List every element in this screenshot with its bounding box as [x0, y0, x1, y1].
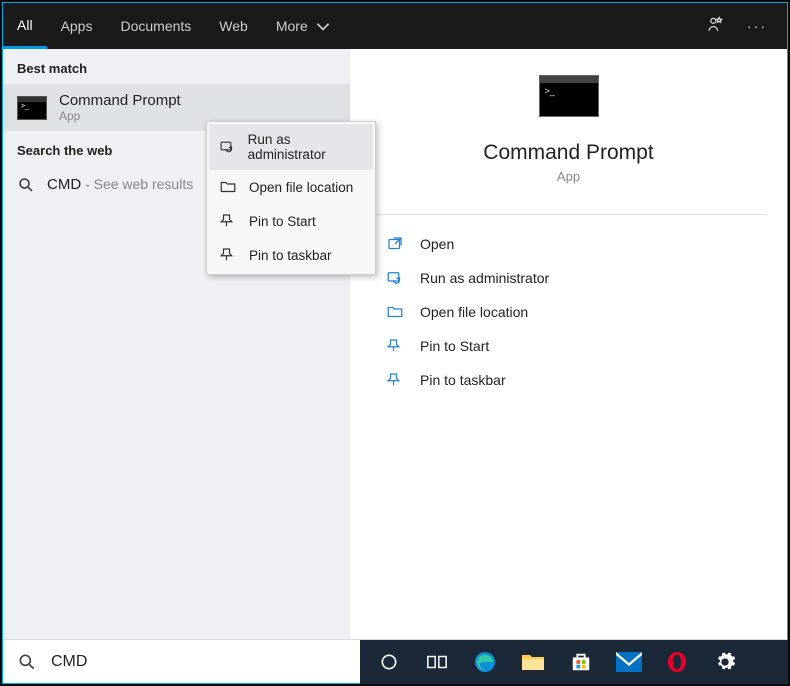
- action-open-file-location[interactable]: Open file location: [376, 295, 761, 329]
- opera-icon: [666, 651, 688, 673]
- web-query-text: CMD: [47, 176, 81, 193]
- feedback-icon[interactable]: [705, 15, 725, 38]
- action-label: Pin to Start: [420, 338, 489, 354]
- search-icon: [17, 176, 35, 194]
- gear-icon: [714, 651, 736, 673]
- taskbar-file-explorer[interactable]: [512, 642, 554, 682]
- tab-apps[interactable]: Apps: [47, 3, 107, 49]
- taskbar: [360, 640, 788, 684]
- menu-label: Open file location: [249, 180, 353, 195]
- admin-shield-icon: [219, 138, 236, 156]
- search-icon: [17, 652, 37, 672]
- context-open-file-location[interactable]: Open file location: [209, 170, 373, 204]
- action-pin-to-start[interactable]: Pin to Start: [376, 329, 761, 363]
- task-view-icon: [426, 652, 448, 672]
- pin-taskbar-icon: [386, 371, 404, 389]
- taskbar-microsoft-store[interactable]: [560, 642, 602, 682]
- action-label: Open: [420, 236, 454, 252]
- mail-icon: [616, 652, 642, 672]
- context-pin-to-start[interactable]: Pin to Start: [209, 204, 373, 238]
- folder-icon: [386, 303, 404, 321]
- pin-taskbar-icon: [219, 246, 237, 264]
- admin-shield-icon: [386, 269, 404, 287]
- tab-all[interactable]: All: [3, 3, 47, 49]
- chevron-down-icon: [314, 17, 332, 35]
- command-prompt-icon: [17, 96, 47, 120]
- action-open[interactable]: Open: [376, 227, 761, 261]
- store-icon: [570, 651, 592, 673]
- menu-label: Pin to taskbar: [249, 248, 332, 263]
- taskbar-settings[interactable]: [704, 642, 746, 682]
- pin-start-icon: [219, 212, 237, 230]
- taskbar-opera[interactable]: [656, 642, 698, 682]
- tab-more-label: More: [276, 18, 308, 34]
- edge-icon: [473, 650, 497, 674]
- action-pin-to-taskbar[interactable]: Pin to taskbar: [376, 363, 761, 397]
- context-menu: Run as administrator Open file location …: [206, 121, 376, 275]
- tab-web[interactable]: Web: [205, 3, 262, 49]
- result-title: Command Prompt: [59, 92, 181, 109]
- action-run-admin[interactable]: Run as administrator: [376, 261, 761, 295]
- action-label: Run as administrator: [420, 270, 549, 286]
- tab-more[interactable]: More: [262, 3, 346, 49]
- menu-label: Run as administrator: [248, 132, 363, 162]
- action-label: Open file location: [420, 304, 528, 320]
- details-title: Command Prompt: [483, 141, 653, 165]
- taskbar-mail[interactable]: [608, 642, 650, 682]
- folder-icon: [521, 652, 545, 672]
- details-panel: Command Prompt App Open Run as administr…: [350, 49, 787, 639]
- search-tab-bar: All Apps Documents Web More ···: [3, 3, 787, 49]
- command-prompt-icon: [539, 75, 599, 117]
- menu-label: Pin to Start: [249, 214, 316, 229]
- taskbar-task-view[interactable]: [416, 642, 458, 682]
- result-subtitle: App: [59, 109, 181, 123]
- more-options-icon[interactable]: ···: [747, 18, 767, 34]
- taskbar-edge[interactable]: [464, 642, 506, 682]
- pin-start-icon: [386, 337, 404, 355]
- taskbar-cortana[interactable]: [368, 642, 410, 682]
- folder-icon: [219, 178, 237, 196]
- web-query-hint: - See web results: [81, 176, 193, 192]
- context-run-admin[interactable]: Run as administrator: [209, 124, 373, 170]
- tab-documents[interactable]: Documents: [106, 3, 205, 49]
- open-icon: [386, 235, 404, 253]
- details-subtitle: App: [557, 169, 580, 184]
- context-pin-to-taskbar[interactable]: Pin to taskbar: [209, 238, 373, 272]
- best-match-label: Best match: [3, 49, 350, 84]
- action-label: Pin to taskbar: [420, 372, 506, 388]
- circle-icon: [379, 652, 399, 672]
